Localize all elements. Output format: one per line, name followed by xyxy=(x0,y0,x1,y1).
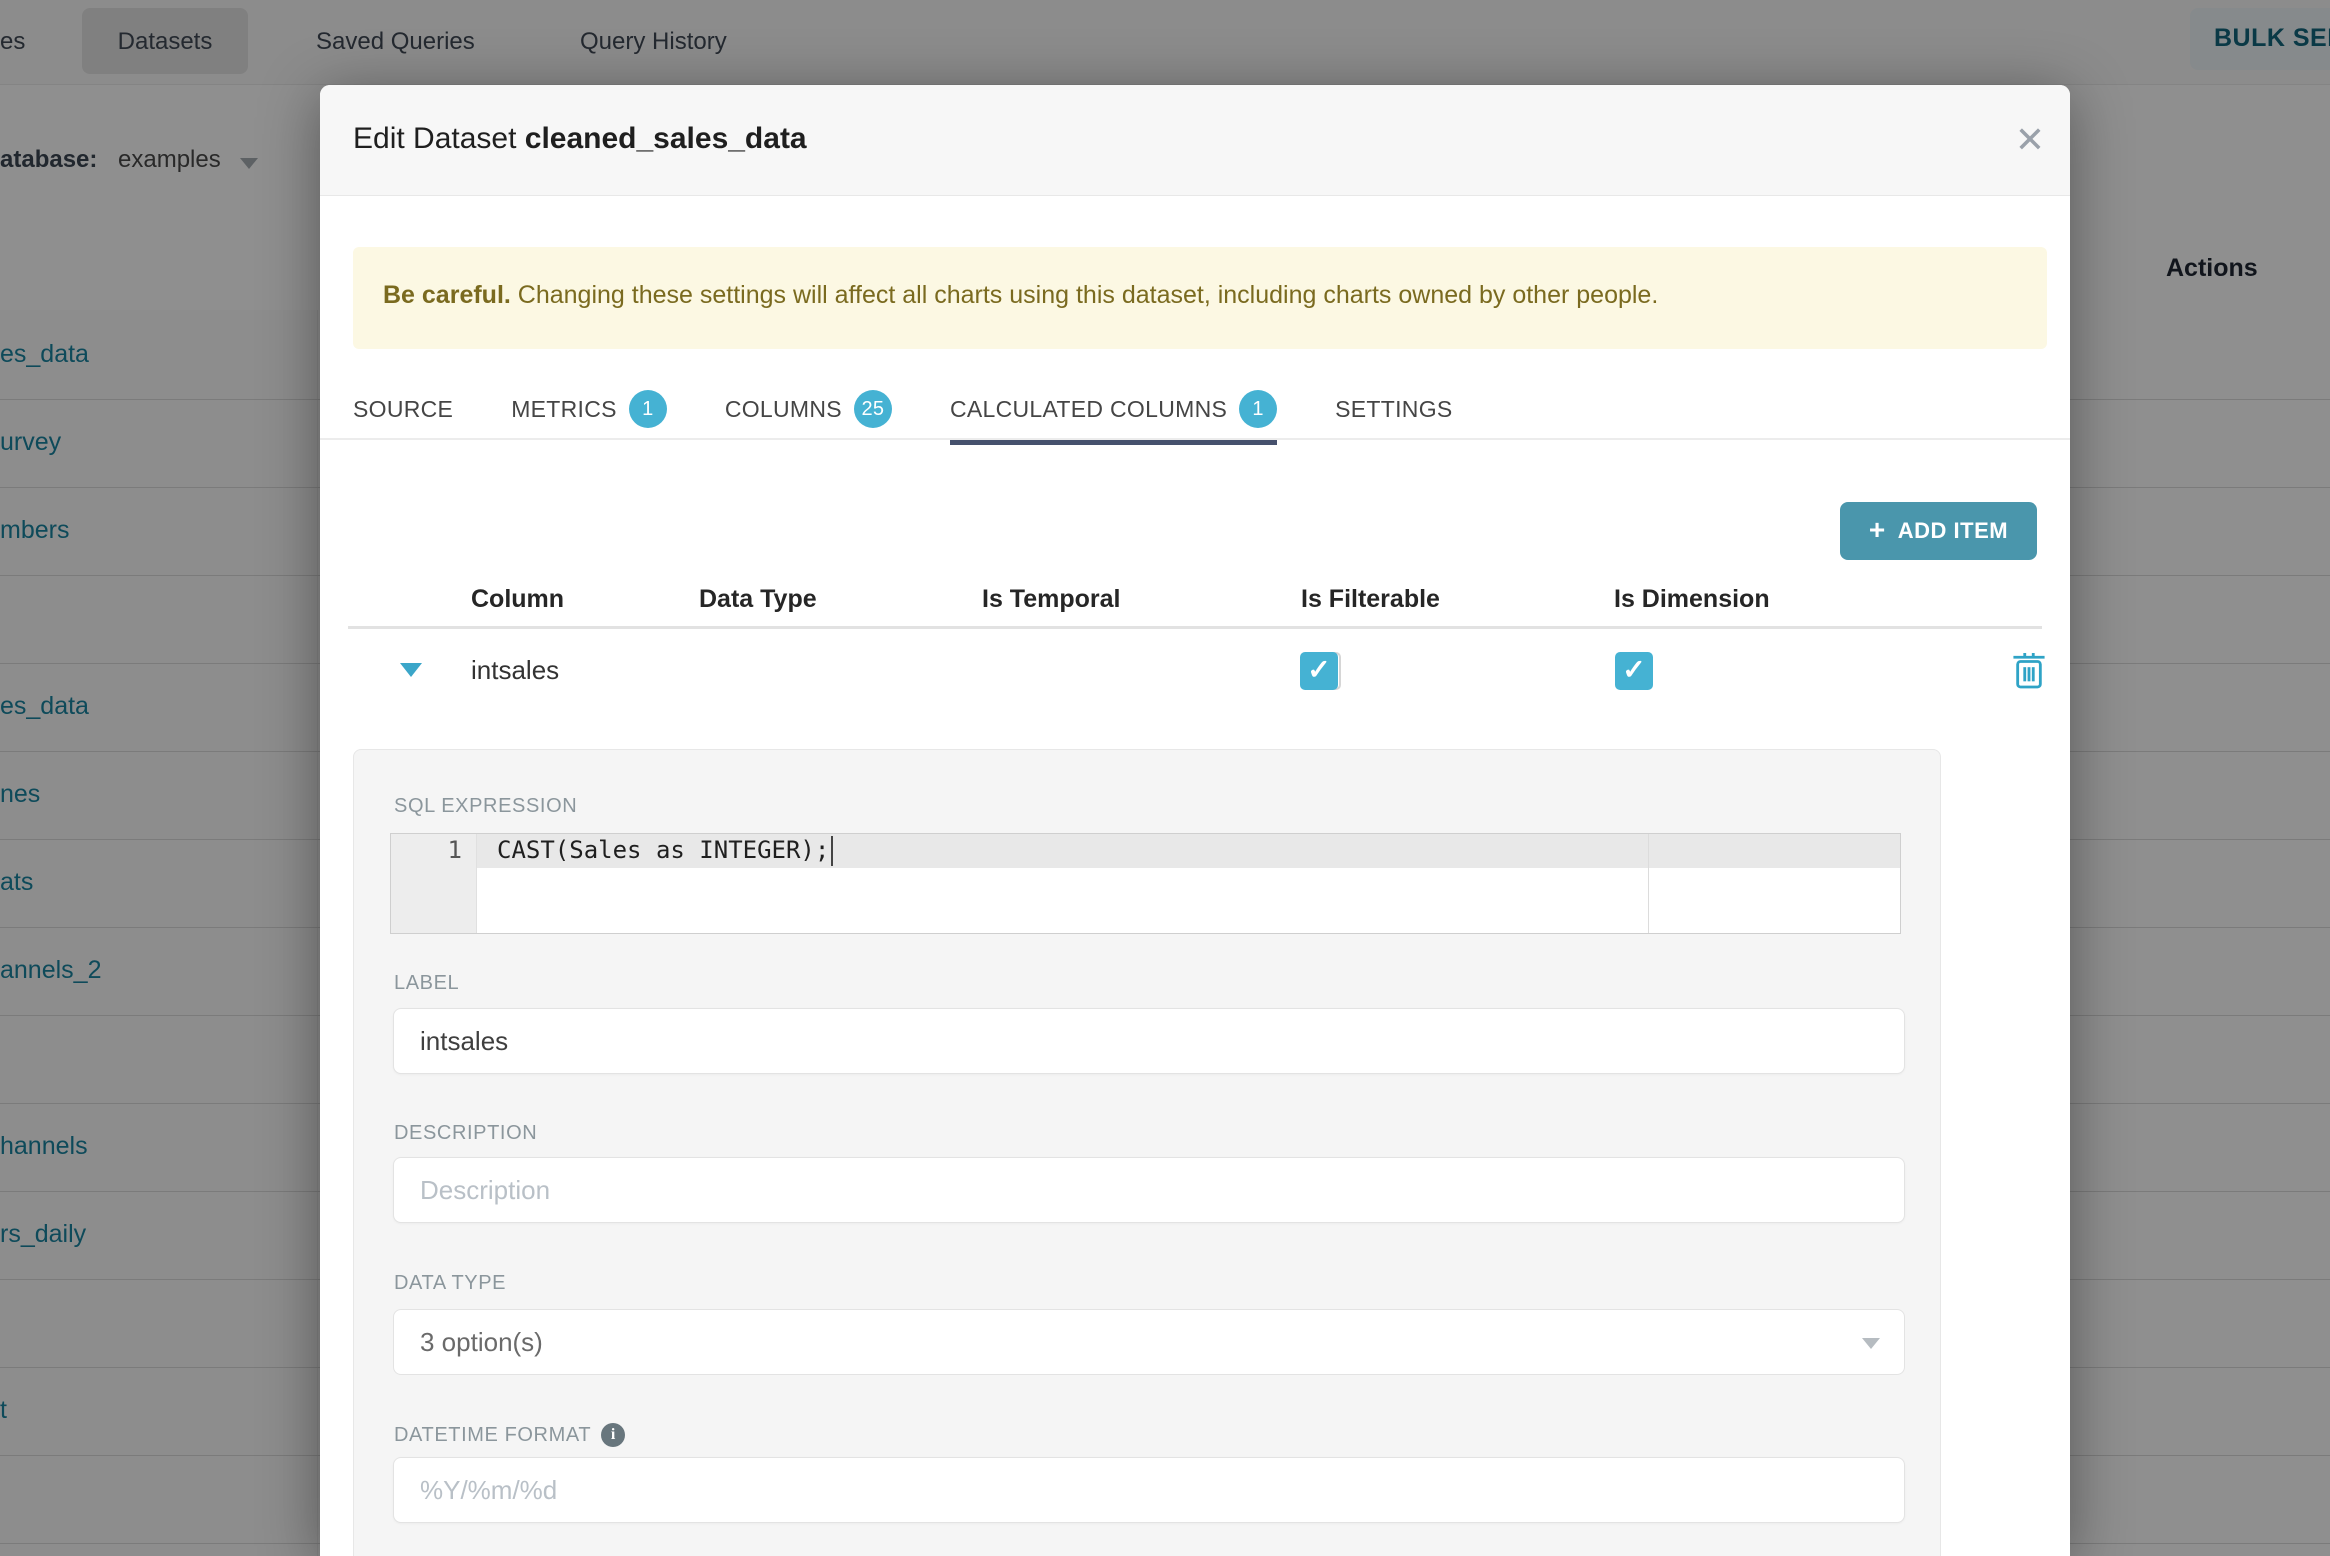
data-type-value: 3 option(s) xyxy=(420,1327,543,1357)
tab-label: COLUMNS xyxy=(724,395,842,422)
column-header-data-type: Data Type xyxy=(699,585,817,613)
modal-header: Edit Dataset cleaned_sales_data ✕ xyxy=(320,85,2070,196)
row-column-name: intsales xyxy=(471,655,560,685)
column-header-is-dimension: Is Dimension xyxy=(1614,585,1770,613)
datetime-format-label-row: DATETIME FORMAT i xyxy=(394,1423,626,1447)
tab-count-badge: 1 xyxy=(628,390,667,428)
edit-dataset-modal: Edit Dataset cleaned_sales_data ✕ Be car… xyxy=(320,85,2070,1556)
tab-count-badge: 1 xyxy=(1239,390,1278,428)
tab-label: SETTINGS xyxy=(1335,395,1453,422)
chevron-down-icon xyxy=(1862,1338,1880,1349)
editor-gutter: 1 xyxy=(391,834,477,933)
tab-label: SOURCE xyxy=(353,395,454,422)
label-input[interactable] xyxy=(393,1008,1905,1074)
screen: es Datasets Saved Queries Query History … xyxy=(0,0,2330,1556)
sql-expression-editor[interactable]: 1 CAST(Sales as INTEGER); xyxy=(390,833,1901,934)
modal-title: Edit Dataset cleaned_sales_data xyxy=(353,122,807,156)
editor-print-margin xyxy=(1648,834,1649,933)
table-header-divider xyxy=(348,626,2042,629)
tab-metrics[interactable]: METRICS 1 xyxy=(511,380,667,438)
tab-settings[interactable]: SETTINGS xyxy=(1335,380,1452,438)
column-header-column: Column xyxy=(471,585,565,613)
modal-tabs: SOURCE METRICS 1 COLUMNS 25 CALCULATED C… xyxy=(353,380,1453,445)
tab-count-badge: 25 xyxy=(853,390,892,428)
tab-calculated-columns[interactable]: CALCULATED COLUMNS 1 xyxy=(949,380,1278,445)
editor-cursor xyxy=(831,836,833,866)
warning-banner: Be careful. Changing these settings will… xyxy=(353,247,2047,349)
column-header-is-filterable: Is Filterable xyxy=(1301,585,1440,613)
tab-source[interactable]: SOURCE xyxy=(353,380,453,438)
warning-text: Be careful. Changing these settings will… xyxy=(383,281,1658,310)
tab-columns[interactable]: COLUMNS 25 xyxy=(725,380,892,438)
warning-rest: Changing these settings will affect all … xyxy=(510,281,1659,309)
tabs-divider xyxy=(320,438,2070,440)
tab-label: METRICS xyxy=(511,395,617,422)
modal-title-dataset-name: cleaned_sales_data xyxy=(524,122,807,155)
editor-code: CAST(Sales as INTEGER); xyxy=(497,836,830,864)
close-icon[interactable]: ✕ xyxy=(2008,118,2052,162)
add-item-button[interactable]: + ADD ITEM xyxy=(1840,502,2037,560)
label-field-label: LABEL xyxy=(394,972,460,994)
plus-icon: + xyxy=(1868,513,1886,545)
datetime-format-input[interactable] xyxy=(393,1457,1905,1523)
description-input[interactable] xyxy=(393,1157,1905,1223)
delete-row-trash-icon[interactable] xyxy=(2012,650,2046,690)
collapse-row-icon[interactable] xyxy=(400,663,422,677)
description-field-label: DESCRIPTION xyxy=(394,1122,538,1144)
warning-bold: Be careful. xyxy=(383,281,511,309)
column-header-is-temporal: Is Temporal xyxy=(982,585,1121,613)
data-type-field-label: DATA TYPE xyxy=(394,1272,507,1294)
add-item-label: ADD ITEM xyxy=(1897,518,2009,543)
is-filterable-checkbox[interactable]: ✓ xyxy=(1300,652,1338,690)
tab-label: CALCULATED COLUMNS xyxy=(949,395,1228,422)
datetime-format-field-label: DATETIME FORMAT xyxy=(394,1423,592,1446)
is-dimension-checkbox[interactable]: ✓ xyxy=(1615,652,1653,690)
sql-expression-label: SQL EXPRESSION xyxy=(394,795,578,817)
data-type-select[interactable]: 3 option(s) xyxy=(393,1309,1905,1375)
editor-line-number: 1 xyxy=(447,836,462,864)
info-icon[interactable]: i xyxy=(601,1423,626,1447)
modal-title-prefix: Edit Dataset xyxy=(353,122,525,155)
